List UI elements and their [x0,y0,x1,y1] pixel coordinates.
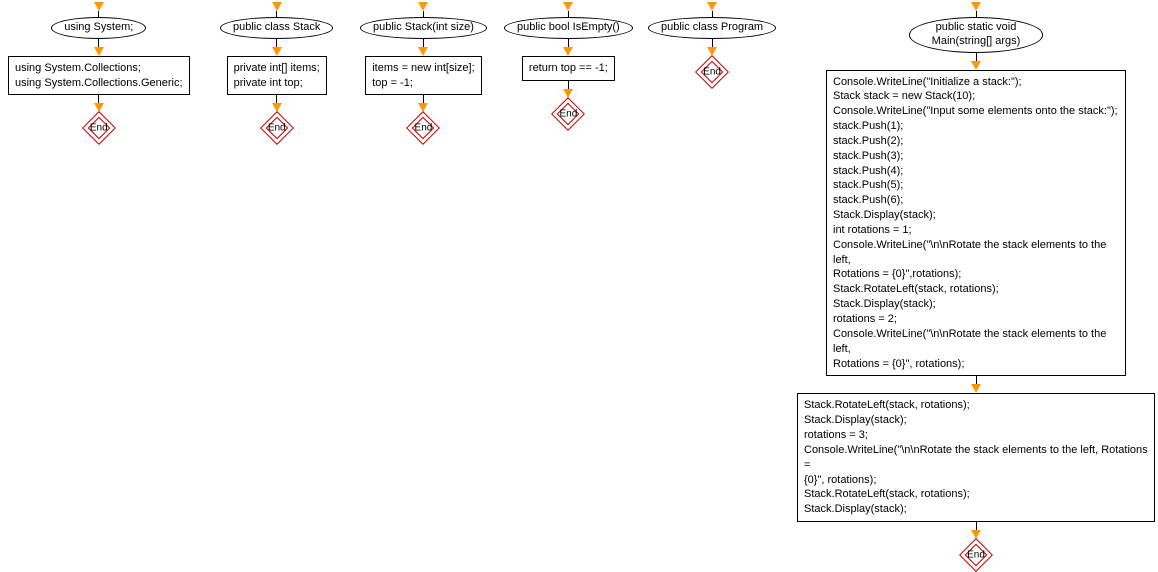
arrow-icon [94,2,104,11]
node-body: items = new int[size]; top = -1; [365,56,481,96]
end-label: End [703,66,721,77]
arrow-icon [563,89,573,98]
arrow-icon [563,47,573,56]
connector [98,39,99,47]
arrow-icon [272,47,282,56]
connector [98,95,99,103]
connector [568,81,569,89]
end-label: End [268,123,286,134]
arrow-icon [94,47,104,56]
node-body: private int[] items; private int top; [227,56,327,96]
node-body: using System.Collections; using System.C… [8,56,190,96]
node-body-1: Console.WriteLine("Initialize a stack:")… [826,70,1126,377]
flow-class-stack: public class Stack private int[] items; … [220,2,333,144]
connector [423,95,424,103]
arrow-icon [418,2,428,11]
end-label: End [90,123,108,134]
connector [423,39,424,47]
connector [976,522,977,530]
arrow-icon [418,47,428,56]
node-body: return top == -1; [522,56,615,81]
end-label: End [559,108,577,119]
flow-using-system: using System; using System.Collections; … [8,2,190,144]
node-title: using System; [51,17,146,39]
arrow-icon [707,2,717,11]
node-title: public class Stack [220,17,333,39]
node-title: public static void Main(string[] args) [909,17,1044,53]
end-node: End [407,112,439,144]
connector [276,39,277,47]
flow-isempty: public bool IsEmpty() return top == -1; … [504,2,633,130]
flow-constructor: public Stack(int size) items = new int[s… [360,2,487,144]
node-title: public Stack(int size) [360,17,487,39]
node-title: public bool IsEmpty() [504,17,633,39]
end-node: End [552,98,584,130]
node-title: public class Program [648,17,776,39]
node-body-2: Stack.RotateLeft(stack, rotations); Stac… [797,393,1155,522]
end-node: End [261,112,293,144]
flow-main: public static void Main(string[] args) C… [796,2,1156,571]
connector [976,376,977,384]
connector [712,39,713,47]
end-label: End [415,123,433,134]
arrow-icon [563,2,573,11]
connector [276,95,277,103]
end-node: End [960,539,992,571]
arrow-icon [971,384,981,393]
connector [976,53,977,61]
arrow-icon [971,2,981,11]
flow-class-program: public class Program End [648,2,776,88]
arrow-icon [272,2,282,11]
end-node: End [83,112,115,144]
end-label: End [967,550,985,561]
connector [568,39,569,47]
arrow-icon [971,61,981,70]
end-node: End [696,56,728,88]
